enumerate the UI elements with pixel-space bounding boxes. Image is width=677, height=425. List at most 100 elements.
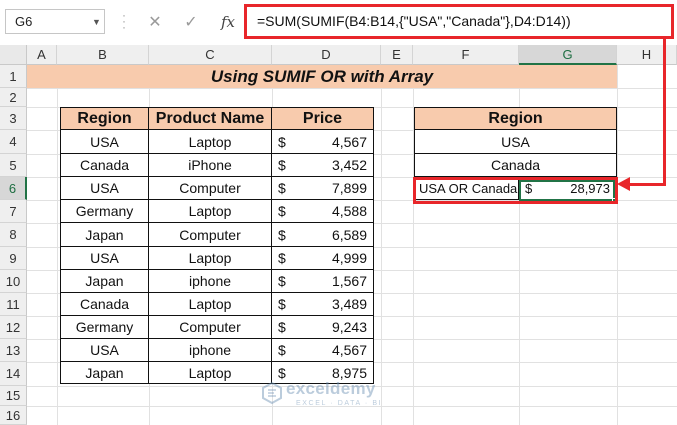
product-cell[interactable]: Laptop [149, 200, 272, 223]
gridline [381, 65, 382, 425]
price-value: 3,452 [331, 157, 367, 173]
price-value: 1,567 [331, 273, 367, 289]
annotation-arrow-head [617, 177, 630, 191]
price-value: 9,243 [331, 319, 367, 335]
drag-handle-icon[interactable]: · · · [122, 9, 126, 33]
price-value: 7,899 [331, 180, 367, 196]
row-header-8[interactable]: 8 [0, 223, 27, 247]
criteria-header[interactable]: Region [414, 107, 617, 130]
region-cell[interactable]: USA [60, 177, 149, 200]
product-cell[interactable]: Laptop [149, 130, 272, 154]
select-all-corner[interactable] [0, 45, 27, 65]
row-header-12[interactable]: 12 [0, 316, 27, 339]
row-header-9[interactable]: 9 [0, 247, 27, 270]
region-cell[interactable]: Japan [60, 362, 149, 384]
watermark-tagline: EXCEL · DATA · BI [296, 400, 383, 407]
column-header-e[interactable]: E [381, 45, 413, 65]
product-cell[interactable]: iphone [149, 270, 272, 293]
currency-symbol: $ [278, 273, 286, 289]
annotation-arrow-line [628, 183, 666, 186]
criteria-value-canada[interactable]: Canada [414, 154, 617, 177]
gridline [617, 65, 618, 425]
enter-check-icon[interactable]: ✓ [178, 9, 204, 34]
row-header-5[interactable]: 5 [0, 154, 27, 177]
table-header-region[interactable]: Region [60, 107, 149, 130]
sheet-title[interactable]: Using SUMIF OR with Array [27, 65, 617, 88]
column-header-b[interactable]: B [57, 45, 149, 65]
price-cell[interactable]: $3,489 [272, 293, 374, 316]
price-value: 4,567 [331, 133, 367, 150]
price-value: 3,489 [331, 296, 367, 312]
price-value: 4,588 [331, 203, 367, 219]
column-header-a[interactable]: A [27, 45, 57, 65]
currency-symbol: $ [278, 133, 286, 150]
row-header-14[interactable]: 14 [0, 362, 27, 386]
insert-function-icon[interactable]: fx [214, 9, 242, 34]
product-cell[interactable]: Computer [149, 223, 272, 247]
table-header-product-name[interactable]: Product Name [149, 107, 272, 130]
row-header-1[interactable]: 1 [0, 65, 27, 88]
formula-bar-area: G6 ▼ · · · ✕ ✓ fx =SUM(SUMIF(B4:B14,{"USA"… [0, 0, 677, 45]
watermark: exceldemy EXCEL · DATA · BI [262, 379, 422, 413]
price-cell[interactable]: $3,452 [272, 154, 374, 177]
currency-symbol: $ [278, 342, 286, 358]
currency-symbol: $ [278, 180, 286, 196]
column-header-g[interactable]: G [519, 45, 617, 65]
price-cell[interactable]: $9,243 [272, 316, 374, 339]
price-cell[interactable]: $1,567 [272, 270, 374, 293]
region-cell[interactable]: Canada [60, 154, 149, 177]
region-cell[interactable]: Canada [60, 293, 149, 316]
exceldemy-logo-icon [262, 382, 282, 404]
region-cell[interactable]: Japan [60, 223, 149, 247]
annotation-arrow-line [663, 39, 666, 186]
price-cell[interactable]: $4,588 [272, 200, 374, 223]
product-cell[interactable]: Computer [149, 316, 272, 339]
row-header-4[interactable]: 4 [0, 130, 27, 154]
currency-symbol: $ [278, 203, 286, 219]
product-cell[interactable]: Computer [149, 177, 272, 200]
table-header-price[interactable]: Price [272, 107, 374, 130]
region-cell[interactable]: USA [60, 130, 149, 154]
price-value: 4,999 [331, 250, 367, 266]
price-cell[interactable]: $4,567 [272, 130, 374, 154]
formula-input[interactable]: =SUM(SUMIF(B4:B14,{"USA","Canada"},D4:D1… [244, 4, 674, 39]
column-header-h[interactable]: H [617, 45, 677, 65]
row-header-6[interactable]: 6 [0, 177, 27, 200]
currency-symbol: $ [278, 250, 286, 266]
column-header-f[interactable]: F [413, 45, 519, 65]
result-highlight-box [413, 177, 618, 204]
currency-symbol: $ [278, 226, 286, 243]
currency-symbol: $ [278, 319, 286, 335]
row-header-15[interactable]: 15 [0, 386, 27, 406]
row-header-2[interactable]: 2 [0, 88, 27, 107]
gridline [57, 65, 58, 425]
cancel-icon[interactable]: ✕ [142, 9, 168, 34]
product-cell[interactable]: iPhone [149, 154, 272, 177]
product-cell[interactable]: Laptop [149, 362, 272, 384]
criteria-value-usa[interactable]: USA [414, 130, 617, 154]
row-header-11[interactable]: 11 [0, 293, 27, 316]
row-header-13[interactable]: 13 [0, 339, 27, 362]
price-value: 4,567 [331, 342, 367, 358]
row-header-10[interactable]: 10 [0, 270, 27, 293]
gridline [27, 88, 677, 89]
price-cell[interactable]: $6,589 [272, 223, 374, 247]
column-header-d[interactable]: D [272, 45, 381, 65]
region-cell[interactable]: Germany [60, 316, 149, 339]
region-cell[interactable]: USA [60, 247, 149, 270]
region-cell[interactable]: Japan [60, 270, 149, 293]
region-cell[interactable]: USA [60, 339, 149, 362]
watermark-name: exceldemy [286, 379, 376, 398]
price-cell[interactable]: $7,899 [272, 177, 374, 200]
column-header-c[interactable]: C [149, 45, 272, 65]
row-header-7[interactable]: 7 [0, 200, 27, 223]
product-cell[interactable]: Laptop [149, 293, 272, 316]
product-cell[interactable]: iphone [149, 339, 272, 362]
row-header-3[interactable]: 3 [0, 107, 27, 130]
product-cell[interactable]: Laptop [149, 247, 272, 270]
price-cell[interactable]: $4,999 [272, 247, 374, 270]
region-cell[interactable]: Germany [60, 200, 149, 223]
price-cell[interactable]: $4,567 [272, 339, 374, 362]
row-header-16[interactable]: 16 [0, 406, 27, 425]
chevron-down-icon[interactable]: ▼ [88, 9, 105, 34]
